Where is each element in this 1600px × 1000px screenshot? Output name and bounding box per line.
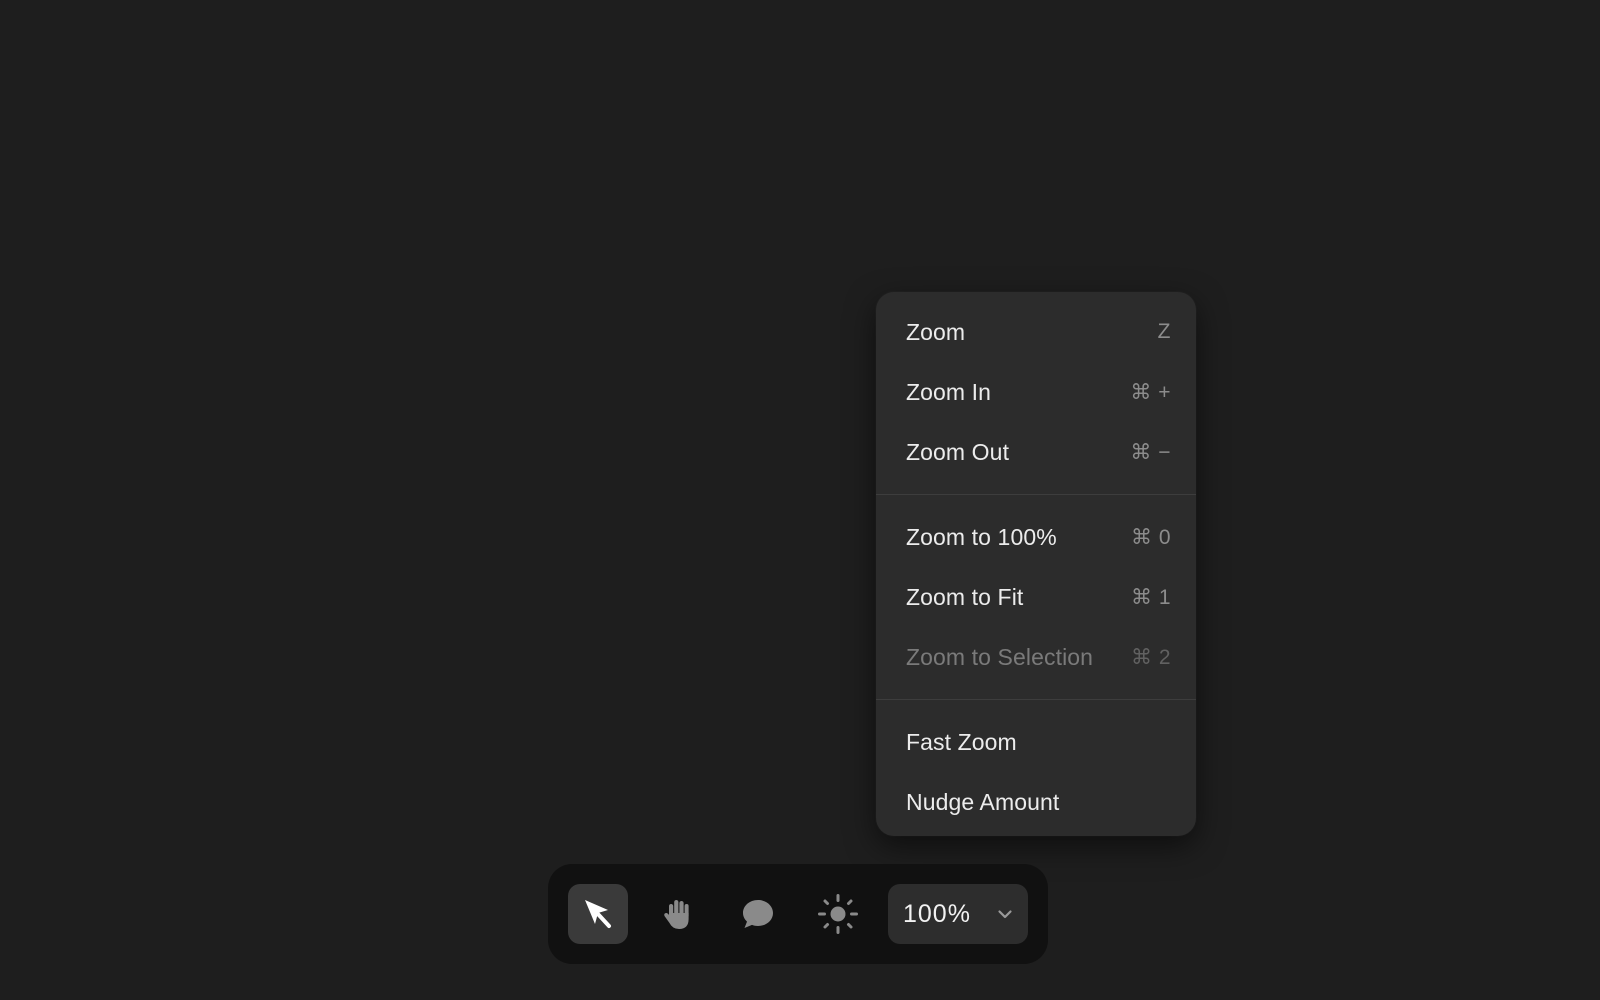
comment-bubble-icon — [740, 896, 776, 932]
menu-divider — [876, 699, 1196, 700]
menu-item-nudge-amount[interactable]: Nudge Amount — [876, 772, 1196, 832]
menu-item-label: Zoom Out — [906, 438, 1010, 465]
menu-item-zoom-to-selection: Zoom to Selection ⌘ 2 — [876, 627, 1196, 687]
menu-item-zoom[interactable]: Zoom Z — [876, 302, 1196, 362]
cursor-arrow-icon — [581, 897, 615, 931]
zoom-level-dropdown[interactable]: 100% — [888, 884, 1028, 944]
canvas-area[interactable] — [0, 0, 1600, 1000]
select-tool-button[interactable] — [568, 884, 628, 944]
menu-item-zoom-in[interactable]: Zoom In ⌘ + — [876, 362, 1196, 422]
menu-divider — [876, 494, 1196, 495]
menu-item-label: Zoom to 100% — [906, 523, 1057, 550]
chevron-down-icon — [996, 905, 1014, 928]
menu-item-shortcut: ⌘ 2 — [1130, 645, 1171, 669]
menu-group-zoom-to: Zoom to 100% ⌘ 0 Zoom to Fit ⌘ 1 Zoom to… — [876, 507, 1196, 687]
menu-group-zoom: Zoom Z Zoom In ⌘ + Zoom Out ⌘ − — [876, 292, 1196, 482]
menu-item-zoom-to-100[interactable]: Zoom to 100% ⌘ 0 — [876, 507, 1196, 567]
hand-tool-button[interactable] — [648, 884, 708, 944]
zoom-level-value: 100% — [903, 899, 971, 928]
menu-item-zoom-to-fit[interactable]: Zoom to Fit ⌘ 1 — [876, 567, 1196, 627]
menu-item-label: Zoom to Selection — [906, 643, 1094, 670]
menu-item-label: Zoom to Fit — [906, 583, 1024, 610]
zoom-menu: Zoom Z Zoom In ⌘ + Zoom Out ⌘ − Zoom to … — [876, 292, 1196, 836]
menu-item-label: Zoom In — [906, 378, 992, 405]
menu-item-shortcut: Z — [1157, 320, 1171, 343]
menu-item-shortcut: ⌘ 1 — [1130, 585, 1171, 609]
menu-item-shortcut: ⌘ + — [1130, 380, 1171, 404]
hand-icon — [660, 896, 696, 932]
menu-item-zoom-out[interactable]: Zoom Out ⌘ − — [876, 422, 1196, 482]
menu-item-shortcut: ⌘ 0 — [1130, 525, 1171, 549]
bottom-toolbar: 100% — [548, 864, 1048, 964]
menu-item-label: Zoom — [906, 318, 966, 345]
menu-group-settings: Fast Zoom Nudge Amount — [876, 712, 1196, 832]
theme-tool-button[interactable] — [808, 884, 868, 944]
menu-item-fast-zoom[interactable]: Fast Zoom — [876, 712, 1196, 772]
menu-item-label: Fast Zoom — [906, 728, 1017, 755]
menu-item-label: Nudge Amount — [906, 788, 1060, 815]
comment-tool-button[interactable] — [728, 884, 788, 944]
menu-item-shortcut: ⌘ − — [1130, 440, 1171, 464]
sun-icon — [817, 893, 859, 935]
